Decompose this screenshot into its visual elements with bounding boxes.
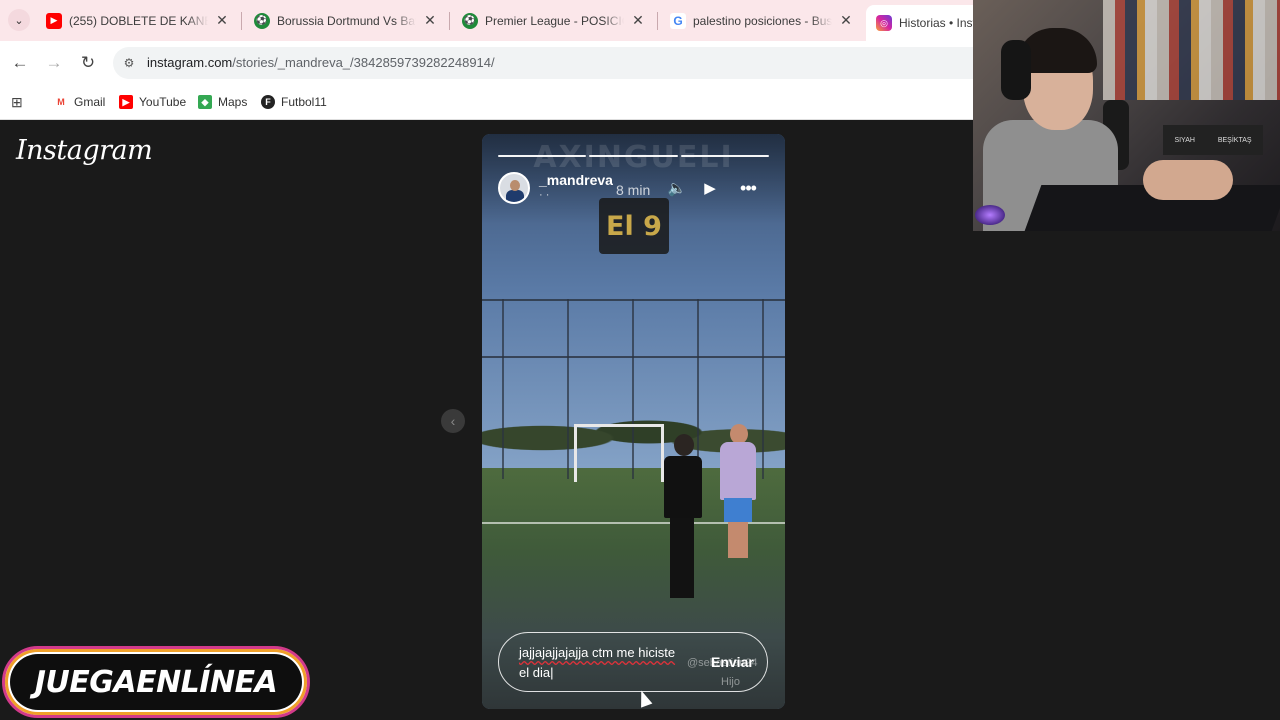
bookmark-maps[interactable]: ◆ Maps: [198, 92, 247, 112]
bookmark-label: YouTube: [139, 95, 187, 109]
arrow-right-icon: →: [45, 53, 63, 72]
bookmark-gmail[interactable]: M Gmail: [54, 92, 105, 112]
bookmark-futbol11[interactable]: F Futbol11: [261, 92, 327, 112]
tab-google-search[interactable]: G palestino posiciones - Buscar ✕: [660, 5, 864, 36]
apps-button[interactable]: ⊞: [11, 92, 23, 112]
chevron-down-icon: ⌄: [14, 14, 24, 27]
tab-youtube[interactable]: ▶ (255) DOBLETE DE KANE, GOL ✕: [36, 5, 240, 36]
google-icon: G: [670, 12, 686, 29]
avatar[interactable]: [498, 172, 530, 204]
webcam-overlay: SIYAH BEŞİKTAŞ: [973, 0, 1280, 231]
previous-story-button[interactable]: ‹: [441, 409, 465, 433]
bookmark-label: Gmail: [74, 95, 106, 109]
reply-input-text[interactable]: jajjajajjajajja ctm me hiciste el dia|: [519, 643, 704, 683]
player-figure: [660, 434, 704, 609]
reload-button[interactable]: ↻: [76, 51, 100, 75]
close-icon[interactable]: ✕: [630, 12, 646, 29]
player-figure: [718, 424, 758, 564]
webcam-shirts-background: [1103, 0, 1280, 100]
send-button[interactable]: Enviar: [711, 654, 754, 670]
close-icon[interactable]: ✕: [838, 12, 854, 29]
close-icon[interactable]: ✕: [422, 12, 438, 29]
gmail-icon: M: [54, 95, 68, 109]
bookmark-label: Futbol11: [281, 95, 327, 109]
reload-icon: ↻: [80, 53, 96, 72]
close-icon[interactable]: ✕: [214, 12, 230, 29]
tab-premier-league[interactable]: ⚽ Premier League - POSICIONES ✕: [452, 5, 656, 36]
futbol11-icon: F: [261, 95, 275, 109]
progress-segment: [498, 155, 587, 157]
hand: [1143, 160, 1233, 200]
webcam-sign: SIYAH BEŞİKTAŞ: [1163, 125, 1263, 155]
tab-title: palestino posiciones - Buscar: [693, 13, 832, 28]
tab-separator: [657, 12, 658, 30]
fence-post: [502, 299, 504, 479]
instagram-icon: ◎: [876, 15, 892, 31]
youtube-icon: ▶: [119, 95, 133, 109]
soccer-ball-icon: ⚽: [462, 12, 478, 29]
fence-post: [567, 299, 569, 479]
address-bar[interactable]: ⚙ instagram.com/stories/_mandreva_/38428…: [113, 47, 993, 79]
story-username[interactable]: _mandreva: [539, 172, 613, 188]
progress-segment: [589, 155, 678, 157]
arrow-left-icon: ←: [11, 53, 29, 72]
progress-segment: [680, 155, 769, 157]
instagram-logo[interactable]: Instagram: [16, 135, 153, 166]
more-options-icon[interactable]: •••: [738, 178, 758, 198]
soccer-ball-icon: ⚽: [254, 12, 270, 29]
story-watermark: AXINGUELI: [533, 140, 734, 175]
tab-search-button[interactable]: ⌄: [8, 9, 30, 31]
site-settings-icon[interactable]: ⚙: [121, 55, 137, 71]
fence-post: [762, 299, 764, 479]
tab-title: (255) DOBLETE DE KANE, GOL: [69, 13, 208, 28]
story-progress: [498, 155, 769, 157]
youtube-icon: ▶: [46, 12, 62, 29]
tab-separator: [241, 12, 242, 30]
tab-title: Borussia Dortmund Vs Bayern: [277, 13, 416, 28]
reply-field[interactable]: jajjajajjajajja ctm me hiciste el dia| @…: [498, 632, 768, 692]
channel-logo-text: JUEGAENLÍNEA: [34, 664, 278, 700]
rgb-light: [975, 205, 1005, 225]
url-text: instagram.com/stories/_mandreva_/3842859…: [147, 55, 495, 70]
bookmark-label: Maps: [218, 95, 248, 109]
soccer-goal: [574, 424, 664, 482]
tab-separator: [449, 12, 450, 30]
play-icon[interactable]: ▶: [700, 178, 720, 198]
tab-title: Premier League - POSICIONES: [485, 13, 624, 28]
forward-button[interactable]: →: [42, 51, 66, 75]
chevron-left-icon: ‹: [450, 413, 456, 429]
bookmark-youtube[interactable]: ▶ YouTube: [119, 92, 186, 112]
channel-logo-badge: JUEGAENLÍNEA: [2, 646, 310, 718]
story-subtitle: · ·: [539, 189, 550, 201]
apps-grid-icon: ⊞: [11, 93, 23, 110]
tab-dortmund-bayern[interactable]: ⚽ Borussia Dortmund Vs Bayern ✕: [244, 5, 448, 36]
story-viewer[interactable]: AXINGUELI _mandreva · · 8 min 🔈 ▶ ••• El…: [482, 134, 785, 709]
volume-icon[interactable]: 🔈: [667, 178, 687, 198]
back-button[interactable]: ←: [8, 51, 32, 75]
mention-sticker-caption: Hijo: [721, 676, 740, 688]
story-timestamp: 8 min: [616, 182, 651, 198]
story-text-sticker: El 9: [599, 198, 669, 254]
maps-icon: ◆: [198, 95, 212, 109]
